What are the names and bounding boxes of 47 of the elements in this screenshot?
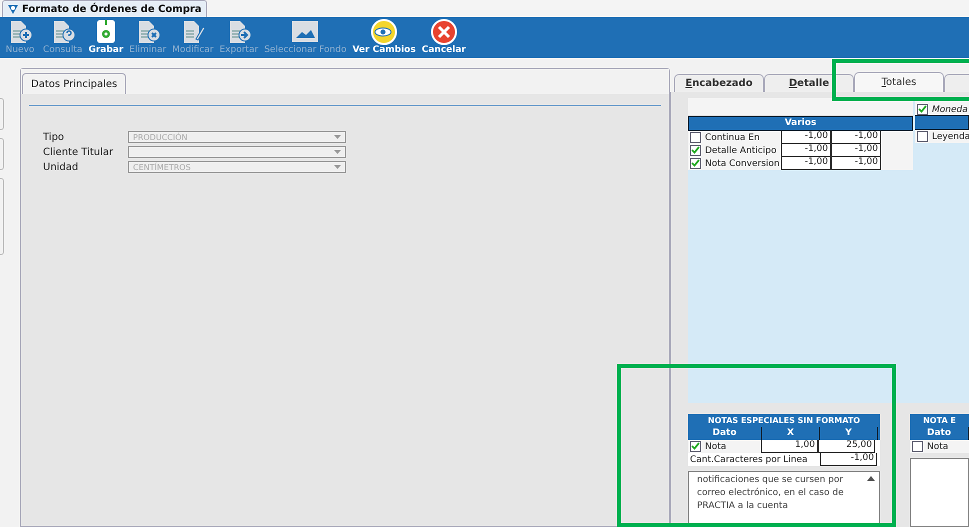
- table-cell: -1,00: [831, 131, 881, 144]
- row-label: Detalle Anticipo: [705, 146, 778, 156]
- changes-button[interactable]: Ver Cambios: [349, 17, 419, 56]
- field-label: Cliente Titular: [43, 146, 114, 158]
- checkbox[interactable]: [917, 131, 928, 142]
- tab[interactable]: Encabezado: [674, 74, 764, 92]
- text-area[interactable]: [910, 458, 969, 527]
- tab[interactable]: Totales: [854, 72, 944, 92]
- logo-icon: [7, 4, 19, 14]
- table-cell: 25,00: [818, 440, 875, 453]
- checkbox-label: Leyenda: [932, 132, 969, 142]
- cancel-button[interactable]: Cancelar: [418, 17, 469, 56]
- checkbox[interactable]: [690, 132, 701, 143]
- caret-icon: [334, 135, 341, 139]
- checkbox-label: Moneda: [932, 105, 968, 115]
- row-label: Nota Conversion: [705, 158, 781, 168]
- checkbox[interactable]: [912, 441, 923, 452]
- checkbox[interactable]: [690, 441, 701, 452]
- row-label: Nota: [927, 442, 948, 452]
- tab[interactable]: Detalle: [764, 74, 854, 92]
- section-header: [915, 115, 969, 130]
- table-cell: -1,00: [781, 157, 831, 170]
- row-label: Cant.Caracteres por Linea: [689, 454, 809, 464]
- dropdown-field[interactable]: [128, 146, 346, 158]
- checkbox[interactable]: [917, 104, 928, 115]
- window-title-tab[interactable]: Formato de Órdenes de Compra: [2, 0, 207, 17]
- table-cell: -1,00: [831, 157, 881, 170]
- section-header: Varios: [688, 116, 913, 131]
- table-title: NOTAS ESPECIALES SIN FORMATO: [688, 414, 880, 427]
- tab[interactable]: Datos Principales: [22, 73, 126, 94]
- row-label: Continua En: [705, 132, 761, 142]
- checkbox[interactable]: [690, 158, 701, 169]
- window-title: Formato de Órdenes de Compra: [22, 4, 202, 14]
- table-cell: -1,00: [831, 144, 881, 157]
- caret-icon: [334, 150, 341, 154]
- table-title: NOTA E: [910, 414, 969, 427]
- field-label: Tipo: [43, 132, 66, 142]
- row-label: Nota: [705, 442, 726, 452]
- table-cell: -1,00: [781, 131, 831, 144]
- scroll-up-icon: [867, 476, 875, 481]
- save-button[interactable]: Grabar: [85, 17, 126, 56]
- table-cell: 1,00: [761, 440, 818, 453]
- table-cell: -1,00: [781, 144, 831, 157]
- field-label: Unidad: [43, 162, 80, 172]
- caret-icon: [334, 165, 341, 169]
- table-cell: -1,00: [820, 453, 877, 466]
- checkbox[interactable]: [690, 145, 701, 156]
